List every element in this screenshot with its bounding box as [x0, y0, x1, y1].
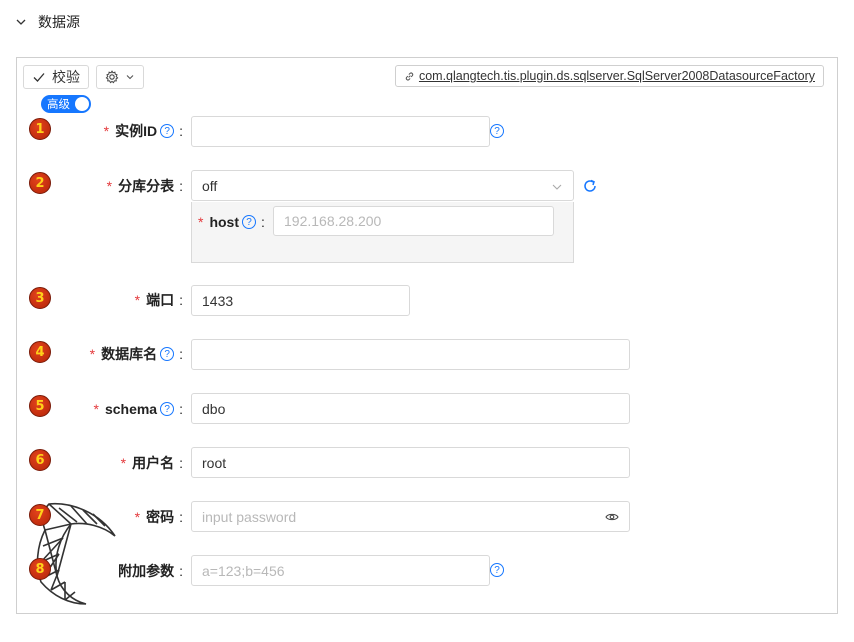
extra-params-input[interactable]: a=123;b=456: [191, 555, 490, 586]
help-icon[interactable]: ?: [490, 124, 504, 138]
step-badge: 7: [29, 504, 51, 526]
required-mark: *: [134, 509, 141, 525]
database-name-input[interactable]: [191, 339, 630, 370]
split-table-select[interactable]: off: [191, 170, 574, 201]
toggle-knob: [75, 97, 89, 111]
field-label: * schema ? :: [94, 399, 184, 419]
gear-icon: [105, 70, 119, 84]
field-label-text: 端口: [146, 292, 175, 308]
step-badge: 8: [29, 558, 51, 580]
required-mark: *: [198, 214, 204, 230]
field-label-text: 用户名: [132, 455, 175, 471]
required-mark: *: [93, 401, 99, 417]
help-icon[interactable]: ?: [242, 215, 257, 229]
label-colon: :: [179, 455, 183, 471]
username-input[interactable]: root: [191, 447, 630, 478]
field-label: * 数据库名 ? :: [90, 344, 183, 364]
field-label: * 密码 :: [135, 507, 183, 527]
step-badge: 2: [29, 172, 51, 194]
chevron-down-icon: [16, 19, 26, 25]
label-colon: :: [179, 123, 183, 139]
chevron-down-icon: [126, 75, 134, 80]
schema-input[interactable]: dbo: [191, 393, 630, 424]
refresh-icon[interactable]: [582, 178, 598, 194]
host-input[interactable]: 192.168.28.200: [273, 206, 554, 236]
password-placeholder: input password: [202, 508, 297, 525]
factory-class-link[interactable]: com.qlangtech.tis.plugin.ds.sqlserver.Sq…: [394, 65, 824, 87]
label-colon: :: [179, 509, 183, 525]
help-icon[interactable]: ?: [160, 124, 175, 138]
advanced-toggle-label: 高级: [47, 99, 70, 111]
field-label: * 用户名 :: [121, 453, 183, 473]
verify-button[interactable]: 校验: [23, 65, 89, 89]
label-colon: :: [179, 346, 183, 362]
field-label-text: 实例ID: [115, 123, 158, 139]
field-label-text: schema: [104, 401, 158, 417]
label-colon: :: [179, 178, 183, 194]
link-icon: [405, 72, 414, 80]
section-title: 数据源: [38, 14, 80, 30]
select-value: off: [202, 177, 218, 194]
step-badge: 6: [29, 449, 51, 471]
eye-icon[interactable]: [605, 510, 619, 524]
step-badge: 4: [29, 341, 51, 363]
step-badge: 5: [29, 395, 51, 417]
required-mark: *: [103, 123, 110, 139]
field-label: * 分库分表 :: [107, 176, 183, 196]
required-mark: *: [120, 455, 127, 471]
factory-class-name: com.qlangtech.tis.plugin.ds.sqlserver.Sq…: [418, 69, 815, 83]
label-colon: :: [261, 214, 265, 230]
step-badge: 1: [29, 118, 51, 140]
required-mark: *: [106, 178, 113, 194]
settings-dropdown-button[interactable]: [96, 65, 144, 89]
field-label-text: 分库分表: [118, 178, 175, 194]
label-colon: :: [179, 292, 183, 308]
chevron-down-icon: [552, 184, 562, 190]
check-icon: [33, 73, 45, 82]
field-label: * 实例ID ? :: [104, 121, 183, 141]
advanced-toggle[interactable]: 高级: [41, 95, 91, 113]
instance-id-input[interactable]: [191, 116, 490, 147]
field-label-text: 数据库名: [101, 346, 158, 362]
host-label-text: host: [209, 214, 240, 230]
split-table-subpanel: * host ? : 192.168.28.200: [191, 202, 574, 263]
port-input[interactable]: 1433: [191, 285, 410, 316]
section-header[interactable]: 数据源: [14, 10, 80, 34]
required-mark: *: [134, 292, 141, 308]
host-label: * host ? :: [198, 212, 265, 232]
help-icon[interactable]: ?: [160, 402, 175, 416]
step-badge: 3: [29, 287, 51, 309]
help-icon[interactable]: ?: [490, 563, 504, 577]
help-icon[interactable]: ?: [160, 347, 175, 361]
password-input[interactable]: input password: [191, 501, 630, 532]
datasource-panel: 校验 com.qlangtech.tis.plugin.ds.sqlserver…: [16, 57, 838, 614]
label-colon: :: [179, 401, 183, 417]
label-colon: :: [179, 563, 183, 579]
field-label-text: 密码: [146, 509, 175, 525]
field-label: * 端口 :: [135, 290, 183, 310]
field-label: 附加参数 :: [118, 561, 183, 581]
required-mark: *: [89, 346, 96, 362]
verify-button-label: 校验: [52, 69, 80, 85]
field-label-text: 附加参数: [118, 563, 175, 579]
